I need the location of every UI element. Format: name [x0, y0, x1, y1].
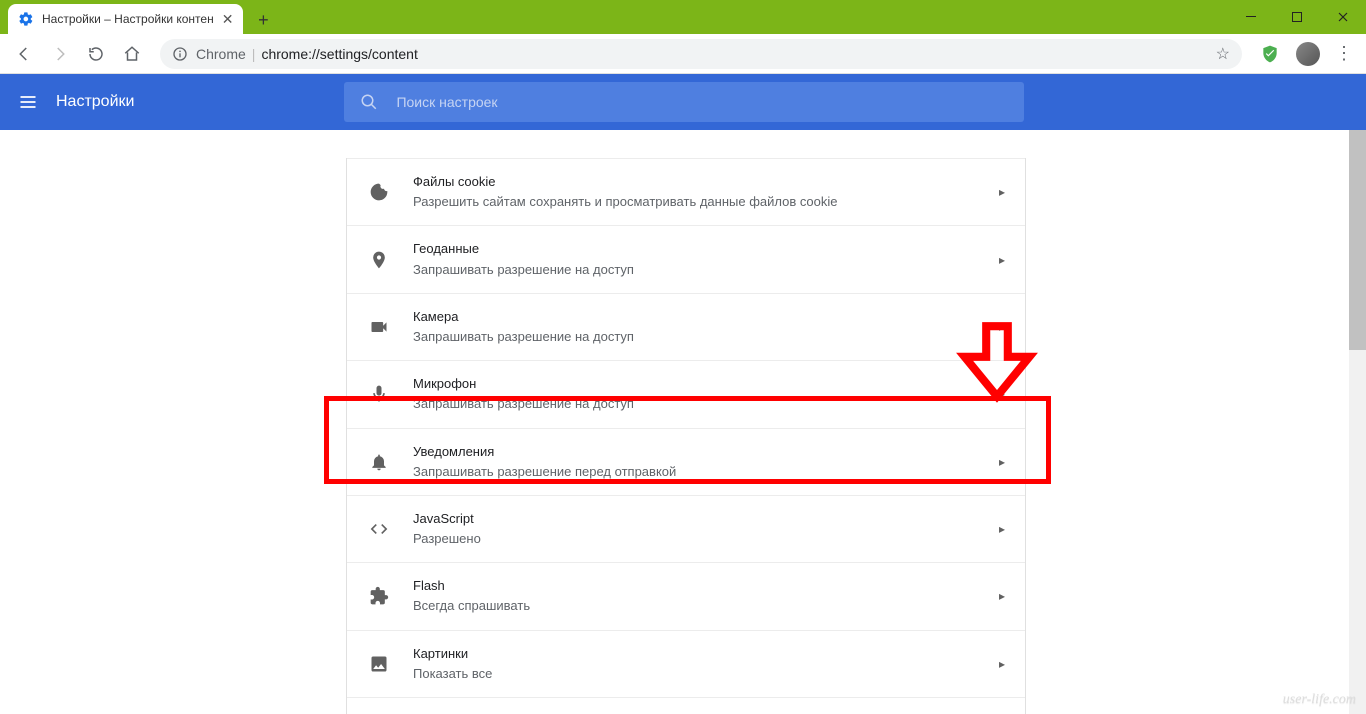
content-area: Файлы cookie Разрешить сайтам сохранять и… — [0, 130, 1366, 714]
content-settings-panel: Файлы cookie Разрешить сайтам сохранять и… — [346, 158, 1026, 714]
url-path: chrome://settings/content — [261, 46, 417, 62]
setting-title: JavaScript — [413, 510, 999, 528]
setting-subtitle: Показать все — [413, 665, 999, 683]
setting-subtitle: Запрашивать разрешение перед отправкой — [413, 463, 999, 481]
setting-title: Flash — [413, 577, 999, 595]
extension-icon — [367, 586, 391, 606]
settings-title: Настройки — [56, 93, 134, 111]
gear-icon — [18, 11, 34, 27]
maximize-button[interactable] — [1274, 0, 1320, 34]
setting-title: Камера — [413, 308, 999, 326]
setting-text: Файлы cookie Разрешить сайтам сохранять и… — [413, 173, 999, 211]
setting-row-image[interactable]: Картинки Показать все▸ — [347, 631, 1025, 698]
url-host: Chrome — [196, 46, 246, 62]
shield-extension-icon[interactable] — [1256, 40, 1284, 68]
chevron-right-icon: ▸ — [999, 253, 1005, 267]
setting-row-popup[interactable]: Всплывающие окна и переадресацияЗаблокир… — [347, 698, 1025, 714]
setting-row-code[interactable]: JavaScript Разрешено▸ — [347, 496, 1025, 563]
bookmark-star-icon[interactable]: ☆ — [1216, 44, 1230, 64]
chevron-right-icon: ▸ — [999, 455, 1005, 469]
close-window-button[interactable] — [1320, 0, 1366, 34]
browser-toolbar: Chrome | chrome://settings/content ☆ ⋮ — [0, 34, 1366, 74]
url-separator: | — [252, 46, 256, 62]
settings-search-box[interactable] — [344, 82, 1024, 122]
reload-button[interactable] — [80, 38, 112, 70]
tab-title: Настройки – Настройки контен — [42, 12, 214, 26]
chevron-right-icon: ▸ — [999, 320, 1005, 334]
setting-text: Геоданные Запрашивать разрешение на досту… — [413, 240, 999, 278]
settings-header: Настройки — [0, 74, 1366, 130]
new-tab-button[interactable]: + — [249, 6, 277, 34]
chevron-right-icon: ▸ — [999, 522, 1005, 536]
tab-strip: Настройки – Настройки контен ✕ + — [0, 0, 277, 34]
cookie-icon — [367, 182, 391, 202]
mic-icon — [367, 384, 391, 404]
browser-menu-button[interactable]: ⋮ — [1330, 43, 1358, 64]
browser-tab[interactable]: Настройки – Настройки контен ✕ — [8, 4, 243, 34]
chevron-right-icon: ▸ — [999, 387, 1005, 401]
watermark: user-life.com — [1283, 692, 1356, 708]
setting-subtitle: Запрашивать разрешение на доступ — [413, 261, 999, 279]
setting-subtitle: Разрешено — [413, 530, 999, 548]
tab-close-icon[interactable]: ✕ — [222, 11, 234, 28]
settings-search-input[interactable] — [396, 94, 1008, 110]
setting-text: Уведомления Запрашивать разрешение перед … — [413, 443, 999, 481]
chevron-right-icon: ▸ — [999, 589, 1005, 603]
setting-row-location[interactable]: Геоданные Запрашивать разрешение на досту… — [347, 226, 1025, 293]
home-button[interactable] — [116, 38, 148, 70]
window-controls — [1228, 0, 1366, 34]
scrollbar[interactable] — [1349, 130, 1366, 714]
location-icon — [367, 250, 391, 270]
setting-subtitle: Запрашивать разрешение на доступ — [413, 395, 999, 413]
bell-icon — [367, 452, 391, 472]
camera-icon — [367, 317, 391, 337]
setting-title: Микрофон — [413, 375, 999, 393]
search-icon — [360, 93, 378, 111]
profile-avatar[interactable] — [1296, 42, 1320, 66]
setting-text: Микрофон Запрашивать разрешение на доступ — [413, 375, 999, 413]
setting-subtitle: Разрешить сайтам сохранять и просматрива… — [413, 193, 999, 211]
info-icon — [172, 46, 188, 62]
image-icon — [367, 654, 391, 674]
hamburger-menu-button[interactable] — [4, 92, 52, 112]
setting-text: Камера Запрашивать разрешение на доступ — [413, 308, 999, 346]
setting-row-extension[interactable]: Flash Всегда спрашивать▸ — [347, 563, 1025, 630]
minimize-button[interactable] — [1228, 0, 1274, 34]
setting-title: Геоданные — [413, 240, 999, 258]
code-icon — [367, 519, 391, 539]
setting-row-camera[interactable]: Камера Запрашивать разрешение на доступ▸ — [347, 294, 1025, 361]
forward-button[interactable] — [44, 38, 76, 70]
setting-title: Картинки — [413, 645, 999, 663]
setting-text: JavaScript Разрешено — [413, 510, 999, 548]
chevron-right-icon: ▸ — [999, 657, 1005, 671]
setting-title: Файлы cookie — [413, 173, 999, 191]
window-titlebar: Настройки – Настройки контен ✕ + — [0, 0, 1366, 34]
scrollbar-thumb[interactable] — [1349, 130, 1366, 350]
setting-row-bell[interactable]: Уведомления Запрашивать разрешение перед … — [347, 429, 1025, 496]
setting-text: Flash Всегда спрашивать — [413, 577, 999, 615]
chevron-right-icon: ▸ — [999, 185, 1005, 199]
address-bar[interactable]: Chrome | chrome://settings/content ☆ — [160, 39, 1242, 69]
setting-text: Картинки Показать все — [413, 645, 999, 683]
setting-subtitle: Всегда спрашивать — [413, 597, 999, 615]
setting-subtitle: Запрашивать разрешение на доступ — [413, 328, 999, 346]
setting-title: Уведомления — [413, 443, 999, 461]
back-button[interactable] — [8, 38, 40, 70]
setting-row-cookie[interactable]: Файлы cookie Разрешить сайтам сохранять и… — [347, 158, 1025, 226]
setting-row-mic[interactable]: Микрофон Запрашивать разрешение на доступ… — [347, 361, 1025, 428]
